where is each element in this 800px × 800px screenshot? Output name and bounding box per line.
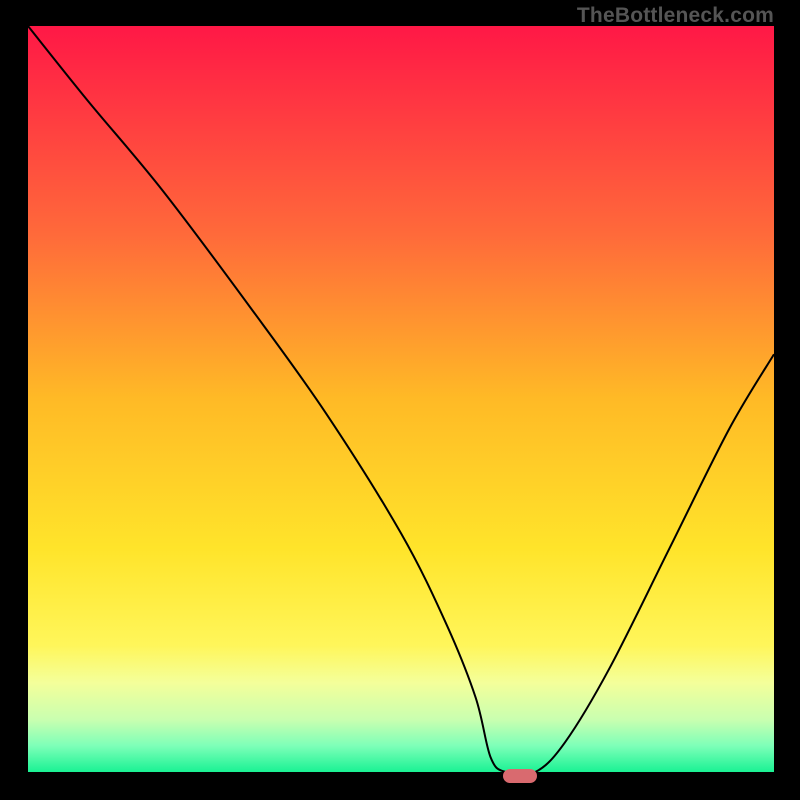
optimal-marker [503, 769, 537, 783]
watermark-text: TheBottleneck.com [577, 4, 774, 28]
plot-area [28, 26, 774, 776]
curve-layer [28, 26, 774, 772]
chart-stage: TheBottleneck.com [0, 0, 800, 800]
bottleneck-curve-path [28, 26, 774, 772]
